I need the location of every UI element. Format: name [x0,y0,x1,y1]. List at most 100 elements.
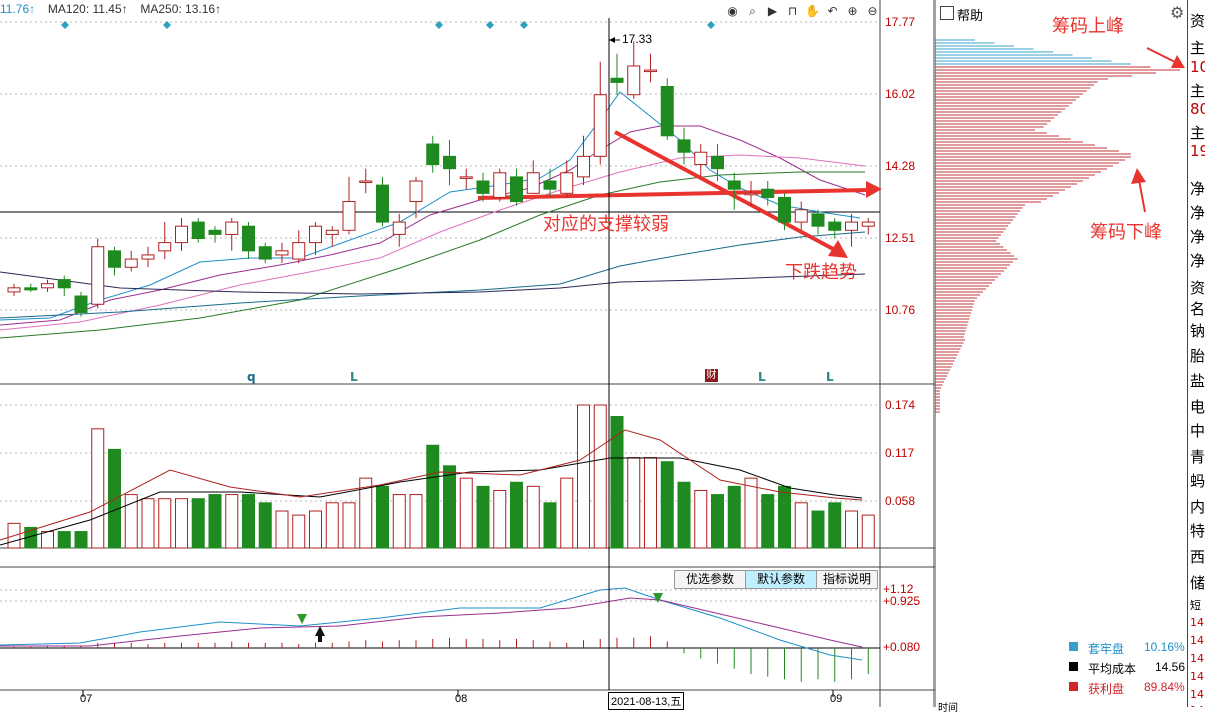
side-info-char[interactable]: 电 [1190,396,1205,417]
price-tick: 12.51 [885,231,916,245]
macd-tick: +0.925 [883,594,921,608]
macd-dead-cross-arrow [297,614,307,624]
hand-icon[interactable]: ✋ [805,4,820,19]
volume-bar [459,477,473,549]
marker-l[interactable]: L [758,370,766,384]
candle[interactable] [794,201,808,231]
candle[interactable] [677,127,691,165]
candle[interactable] [208,226,222,243]
ma120-label: MA120: 11.45↑ [47,2,128,16]
side-info-char[interactable]: 中 [1190,420,1205,441]
side-info-char: 资 [1190,12,1205,30]
candle[interactable] [811,209,825,235]
candle[interactable] [376,176,389,227]
side-info-char[interactable]: 内 [1190,496,1205,517]
side-info-char[interactable]: 钠 [1190,320,1205,341]
candle[interactable] [191,217,205,243]
candle[interactable] [694,144,708,177]
candle[interactable] [175,217,188,251]
financial-report-marker[interactable]: 财 [705,369,718,382]
undo-icon[interactable]: ↶ [825,4,840,19]
candle[interactable] [359,168,373,194]
candle[interactable] [342,176,356,235]
play-icon[interactable]: ▶ [765,4,780,19]
volume-bar [426,444,440,549]
indicator-help-button[interactable]: 指标说明 [816,570,878,589]
candle[interactable] [108,246,121,276]
candle[interactable] [275,242,289,264]
marker-l[interactable]: L [826,370,834,384]
chip-annotation-arrows [1131,47,1185,213]
zoom-out-icon[interactable]: ⊖ [865,4,880,19]
candle[interactable] [577,135,590,186]
candle[interactable] [309,222,322,255]
candle[interactable] [258,242,272,264]
candle[interactable] [74,291,88,317]
candle[interactable] [124,250,138,272]
annotation-trend: 下跌趋势 [785,262,857,283]
candle[interactable] [845,213,858,247]
ma-current: 11.76↑ [0,2,36,16]
candle[interactable] [426,135,440,173]
eye-icon[interactable]: ◉ [725,4,740,19]
side-info-char: 80 [1190,100,1205,118]
volume-bar [141,498,155,549]
side-info-char: 主 [1190,82,1205,100]
ma-legend: 11.76↑ MA120: 11.45↑ MA250: 13.16↑ [0,2,221,16]
default-params-button[interactable]: 默认参数 [745,570,817,589]
side-info-char[interactable]: 名 [1190,298,1205,319]
volume-bar [727,485,741,549]
candle[interactable] [660,78,674,140]
candle[interactable] [610,53,624,95]
candle[interactable] [644,53,657,83]
side-info-char[interactable]: 特 [1190,520,1205,541]
candle[interactable] [91,238,105,309]
candle[interactable] [7,283,21,297]
side-info-char: 19 [1190,142,1205,160]
side-info-char[interactable]: 胎 [1190,345,1205,366]
legend-avgcost-value: 14.56 [1155,660,1186,674]
kline-chart[interactable] [0,0,935,707]
side-info-char: 主 [1190,124,1205,142]
candle[interactable] [325,226,339,247]
search-icon[interactable]: ⌕ [745,4,760,19]
volume-bar [845,510,858,549]
zoom-in-icon[interactable]: ⊕ [845,4,860,19]
volume-bar [275,510,289,549]
side-info-char: 净 [1190,252,1205,270]
candle[interactable] [526,160,540,194]
candle[interactable] [828,217,842,239]
volume-tick: 0.117 [885,446,915,460]
candle[interactable] [493,168,507,202]
marker-q[interactable]: q [247,370,256,384]
candle[interactable] [459,168,473,190]
optional-params-button[interactable]: 优选参数 [674,570,746,589]
candle[interactable] [41,279,54,292]
volume-bar [208,494,222,549]
candle[interactable] [141,246,155,268]
cursor-date-label: 2021-08-13,五 [608,692,685,710]
legend-profit-value: 89.84% [1144,680,1185,694]
candle[interactable] [57,275,71,297]
candle[interactable] [593,61,607,165]
volume-bar [778,485,791,549]
candle[interactable] [443,139,456,186]
candle[interactable] [627,41,641,99]
candle[interactable] [158,222,172,260]
marker-l[interactable]: L [350,370,358,384]
volume-bar [811,510,825,549]
candle[interactable] [543,168,557,198]
candle[interactable] [225,217,239,251]
side-info-char[interactable]: 青 [1190,446,1205,467]
side-info-char[interactable]: 储 [1190,572,1205,593]
candle[interactable] [242,222,255,260]
lock-icon[interactable]: ⊓ [785,4,800,19]
candle[interactable] [292,230,306,264]
candle[interactable] [24,283,38,292]
candle[interactable] [510,168,523,206]
side-info-char[interactable]: 西 [1190,546,1205,567]
volume-bar [577,404,590,549]
candle[interactable] [392,213,406,247]
side-info-char[interactable]: 蚂 [1190,470,1205,491]
side-info-char[interactable]: 盐 [1190,370,1205,391]
